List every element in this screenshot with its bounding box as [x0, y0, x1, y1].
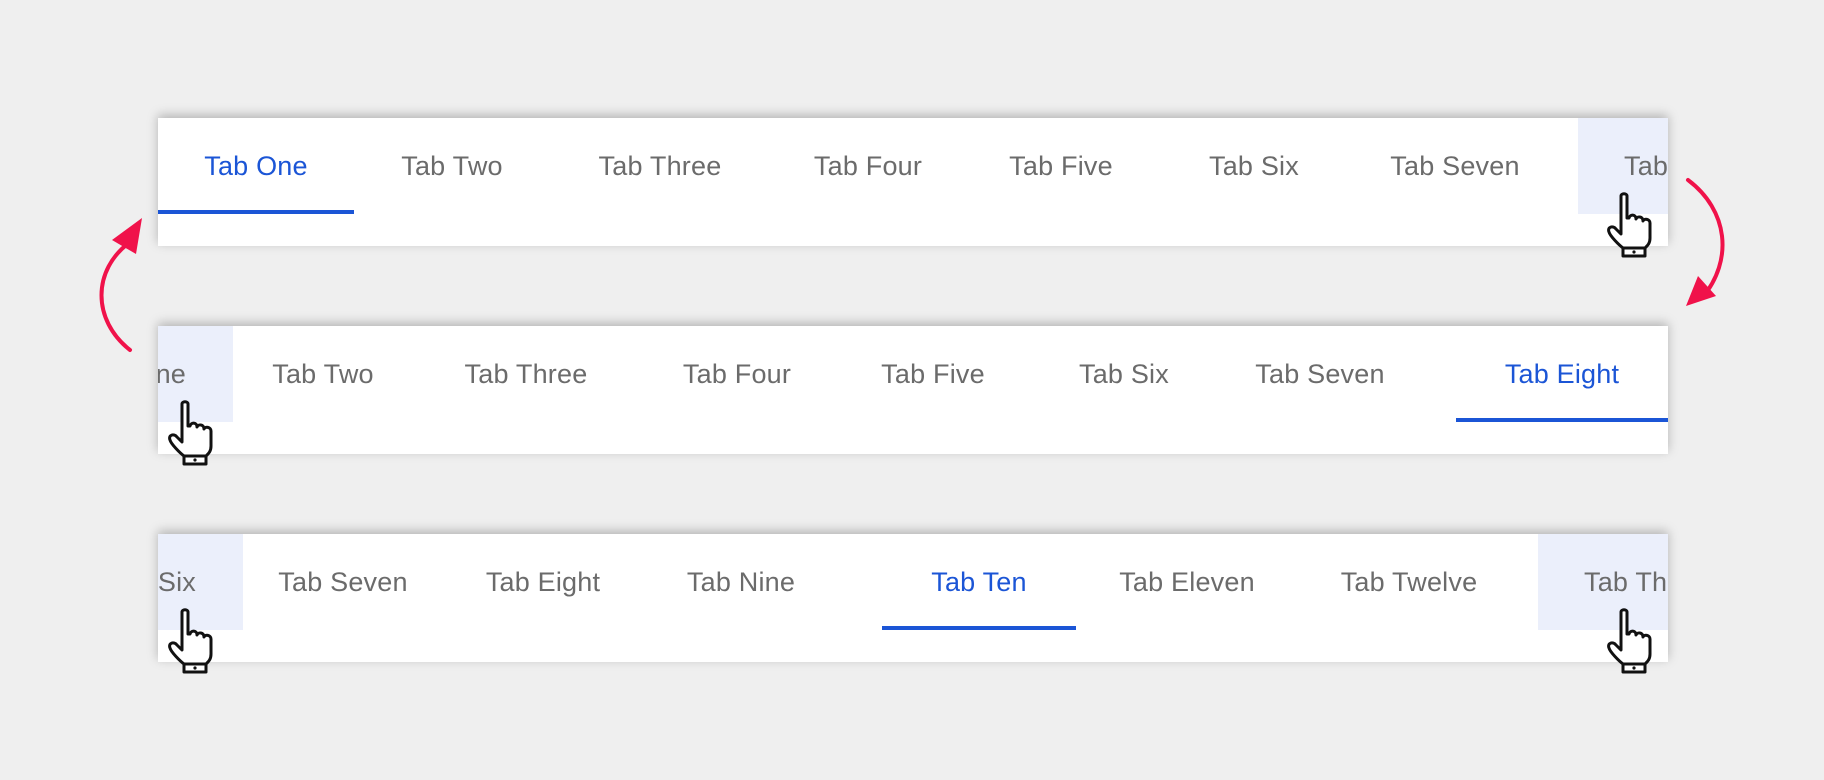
- tab-eight[interactable]: Tab Eight: [443, 534, 643, 630]
- tab-twelve[interactable]: Tab Twelve: [1298, 534, 1520, 630]
- tab-five[interactable]: Tab Five: [966, 118, 1156, 214]
- tab-three[interactable]: Tab Three: [550, 118, 770, 214]
- tab-strip-row-2: ne Tab Two Tab Three Tab Four Tab Five T…: [158, 326, 1668, 454]
- tab-five[interactable]: Tab Five: [835, 326, 1031, 422]
- tab-six[interactable]: Tab Six: [1031, 326, 1217, 422]
- tab-seven[interactable]: Tab Seven: [1352, 118, 1558, 214]
- tab-eleven[interactable]: Tab Eleven: [1076, 534, 1298, 630]
- tab-one[interactable]: Tab One: [158, 118, 354, 214]
- tab-four[interactable]: Tab Four: [639, 326, 835, 422]
- tab-scroll-right-edge[interactable]: Tab: [1578, 118, 1668, 214]
- tab-four[interactable]: Tab Four: [770, 118, 966, 214]
- tab-scroll-left-edge[interactable]: ne: [158, 326, 233, 422]
- tab-two[interactable]: Tab Two: [233, 326, 413, 422]
- tab-six[interactable]: Tab Six: [1156, 118, 1352, 214]
- tab-strip-row-3: Six Tab Seven Tab Eight Tab Nine Tab Ten…: [158, 534, 1668, 662]
- tab-strip-row-1: Tab One Tab Two Tab Three Tab Four Tab F…: [158, 118, 1668, 246]
- tab-seven[interactable]: Tab Seven: [243, 534, 443, 630]
- tab-three[interactable]: Tab Three: [413, 326, 639, 422]
- tab-ten[interactable]: Tab Ten: [882, 534, 1076, 630]
- tab-eight[interactable]: Tab Eight: [1456, 326, 1668, 422]
- tab-scroll-right-edge[interactable]: Tab Th: [1538, 534, 1668, 630]
- tab-nine[interactable]: Tab Nine: [643, 534, 839, 630]
- curved-arrow-down-icon: [1686, 178, 1725, 306]
- tab-scroll-left-edge[interactable]: Six: [158, 534, 243, 630]
- tab-two[interactable]: Tab Two: [354, 118, 550, 214]
- tab-seven[interactable]: Tab Seven: [1217, 326, 1423, 422]
